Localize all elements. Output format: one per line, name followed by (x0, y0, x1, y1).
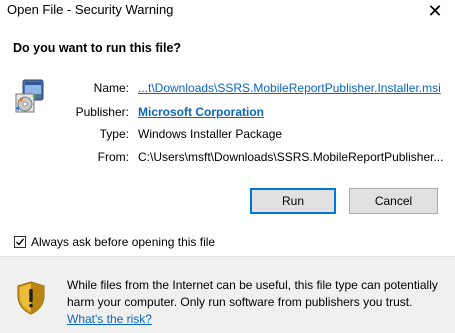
run-button[interactable]: Run (250, 188, 336, 214)
close-button[interactable]: ✕ (415, 0, 455, 22)
window-title: Open File - Security Warning (7, 2, 174, 17)
warning-text: While files from the Internet can be use… (67, 278, 438, 309)
publisher-link[interactable]: Microsoft Corporation (138, 105, 264, 119)
always-ask-row[interactable]: Always ask before opening this file (14, 235, 215, 249)
dialog-question: Do you want to run this file? (13, 41, 182, 55)
security-shield-icon (17, 281, 45, 315)
cancel-button-label: Cancel (374, 194, 413, 208)
type-value: Windows Installer Package (138, 127, 283, 141)
publisher-label: Publisher: (75, 105, 129, 119)
file-name-link[interactable]: ...t\Downloads\SSRS.MobileReportPublishe… (138, 81, 441, 95)
from-label: From: (97, 150, 129, 164)
cancel-button[interactable]: Cancel (349, 188, 438, 214)
risk-link[interactable]: What's the risk? (67, 312, 152, 326)
always-ask-label: Always ask before opening this file (31, 235, 216, 249)
always-ask-checkbox[interactable] (14, 236, 26, 248)
name-label: Name: (93, 81, 129, 95)
checkmark-icon (16, 238, 25, 246)
run-button-label: Run (281, 194, 304, 208)
type-label: Type: (99, 127, 129, 141)
close-icon: ✕ (427, 0, 443, 21)
from-value: C:\Users\msft\Downloads\SSRS.MobileRepor… (138, 150, 444, 164)
title-bar: Open File - Security Warning ✕ (0, 0, 455, 29)
warning-message: While files from the Internet can be use… (67, 277, 447, 328)
